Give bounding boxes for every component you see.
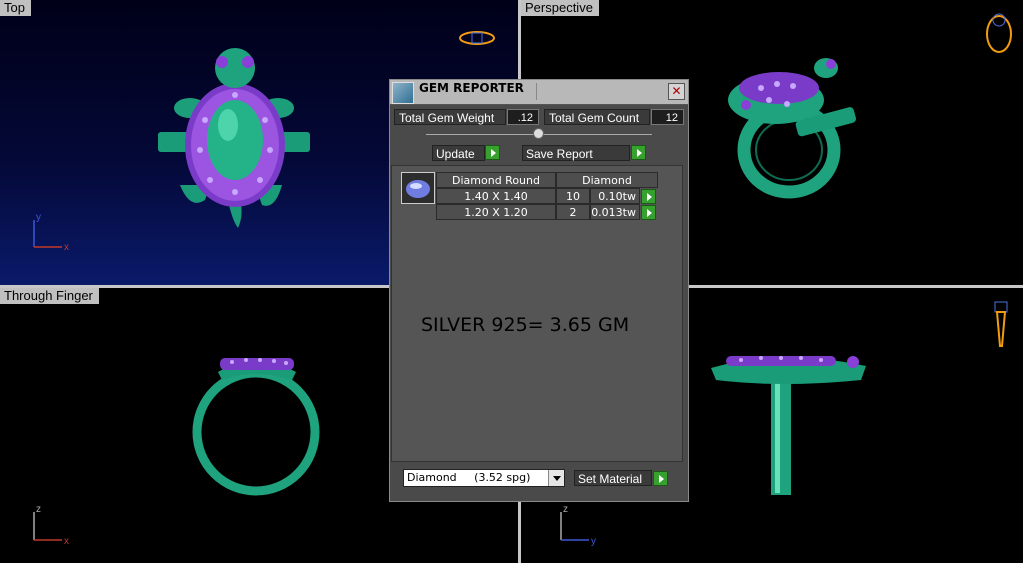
dropdown-arrow-icon[interactable] bbox=[548, 470, 564, 486]
row-weight: 0.013tw bbox=[590, 204, 640, 220]
total-gem-count-label: Total Gem Count bbox=[544, 109, 650, 125]
dialog-titlebar[interactable]: GEM REPORTER ✕ bbox=[390, 80, 688, 105]
save-report-button[interactable]: Save Report bbox=[522, 145, 630, 161]
view-cube-icon bbox=[459, 31, 495, 45]
total-gem-count-value: 12 bbox=[651, 109, 684, 125]
diamond-thumbnail-icon[interactable] bbox=[401, 172, 435, 204]
material-select-value: Diamond (3.52 spg) bbox=[407, 471, 531, 484]
play-icon[interactable] bbox=[641, 205, 656, 220]
svg-text:z: z bbox=[563, 504, 568, 515]
view-cube-icon bbox=[986, 13, 1012, 53]
view-cube-icon bbox=[994, 301, 1008, 347]
svg-text:y: y bbox=[591, 536, 596, 547]
row-weight: 0.10tw bbox=[590, 188, 640, 204]
update-button[interactable]: Update bbox=[432, 145, 485, 161]
dialog-title: GEM REPORTER bbox=[419, 81, 524, 95]
title-divider bbox=[536, 83, 662, 100]
silver-weight-note: SILVER 925= 3.65 GM bbox=[421, 314, 630, 336]
header-shape: Diamond Round bbox=[436, 172, 556, 188]
total-gem-weight-label: Total Gem Weight bbox=[394, 109, 506, 125]
viewport-label-through-finger[interactable]: Through Finger bbox=[0, 288, 99, 304]
slider-handle[interactable] bbox=[533, 128, 544, 139]
close-icon[interactable]: ✕ bbox=[668, 83, 685, 100]
set-material-button[interactable]: Set Material bbox=[574, 470, 652, 486]
material-select[interactable]: Diamond (3.52 spg) bbox=[403, 469, 565, 487]
gem-reporter-icon bbox=[392, 82, 414, 104]
gem-reporter-dialog: GEM REPORTER ✕ Total Gem Weight .12 Tota… bbox=[389, 79, 689, 502]
play-icon[interactable] bbox=[485, 145, 500, 160]
row-size: 1.40 X 1.40 bbox=[436, 188, 556, 204]
svg-text:y: y bbox=[36, 212, 41, 223]
row-count: 2 bbox=[556, 204, 590, 220]
viewport-label-top[interactable]: Top bbox=[0, 0, 31, 16]
gem-list-panel: Diamond Round Diamond 1.40 X 1.40 10 0.1… bbox=[391, 165, 683, 462]
svg-text:x: x bbox=[64, 536, 69, 547]
total-gem-weight-value: .12 bbox=[507, 109, 539, 125]
play-icon[interactable] bbox=[641, 189, 656, 204]
header-material: Diamond bbox=[556, 172, 658, 188]
play-icon[interactable] bbox=[653, 471, 668, 486]
play-icon[interactable] bbox=[631, 145, 646, 160]
row-count: 10 bbox=[556, 188, 590, 204]
viewport-label-perspective[interactable]: Perspective bbox=[521, 0, 599, 16]
svg-text:z: z bbox=[36, 504, 41, 515]
row-size: 1.20 X 1.20 bbox=[436, 204, 556, 220]
svg-text:x: x bbox=[64, 242, 69, 253]
